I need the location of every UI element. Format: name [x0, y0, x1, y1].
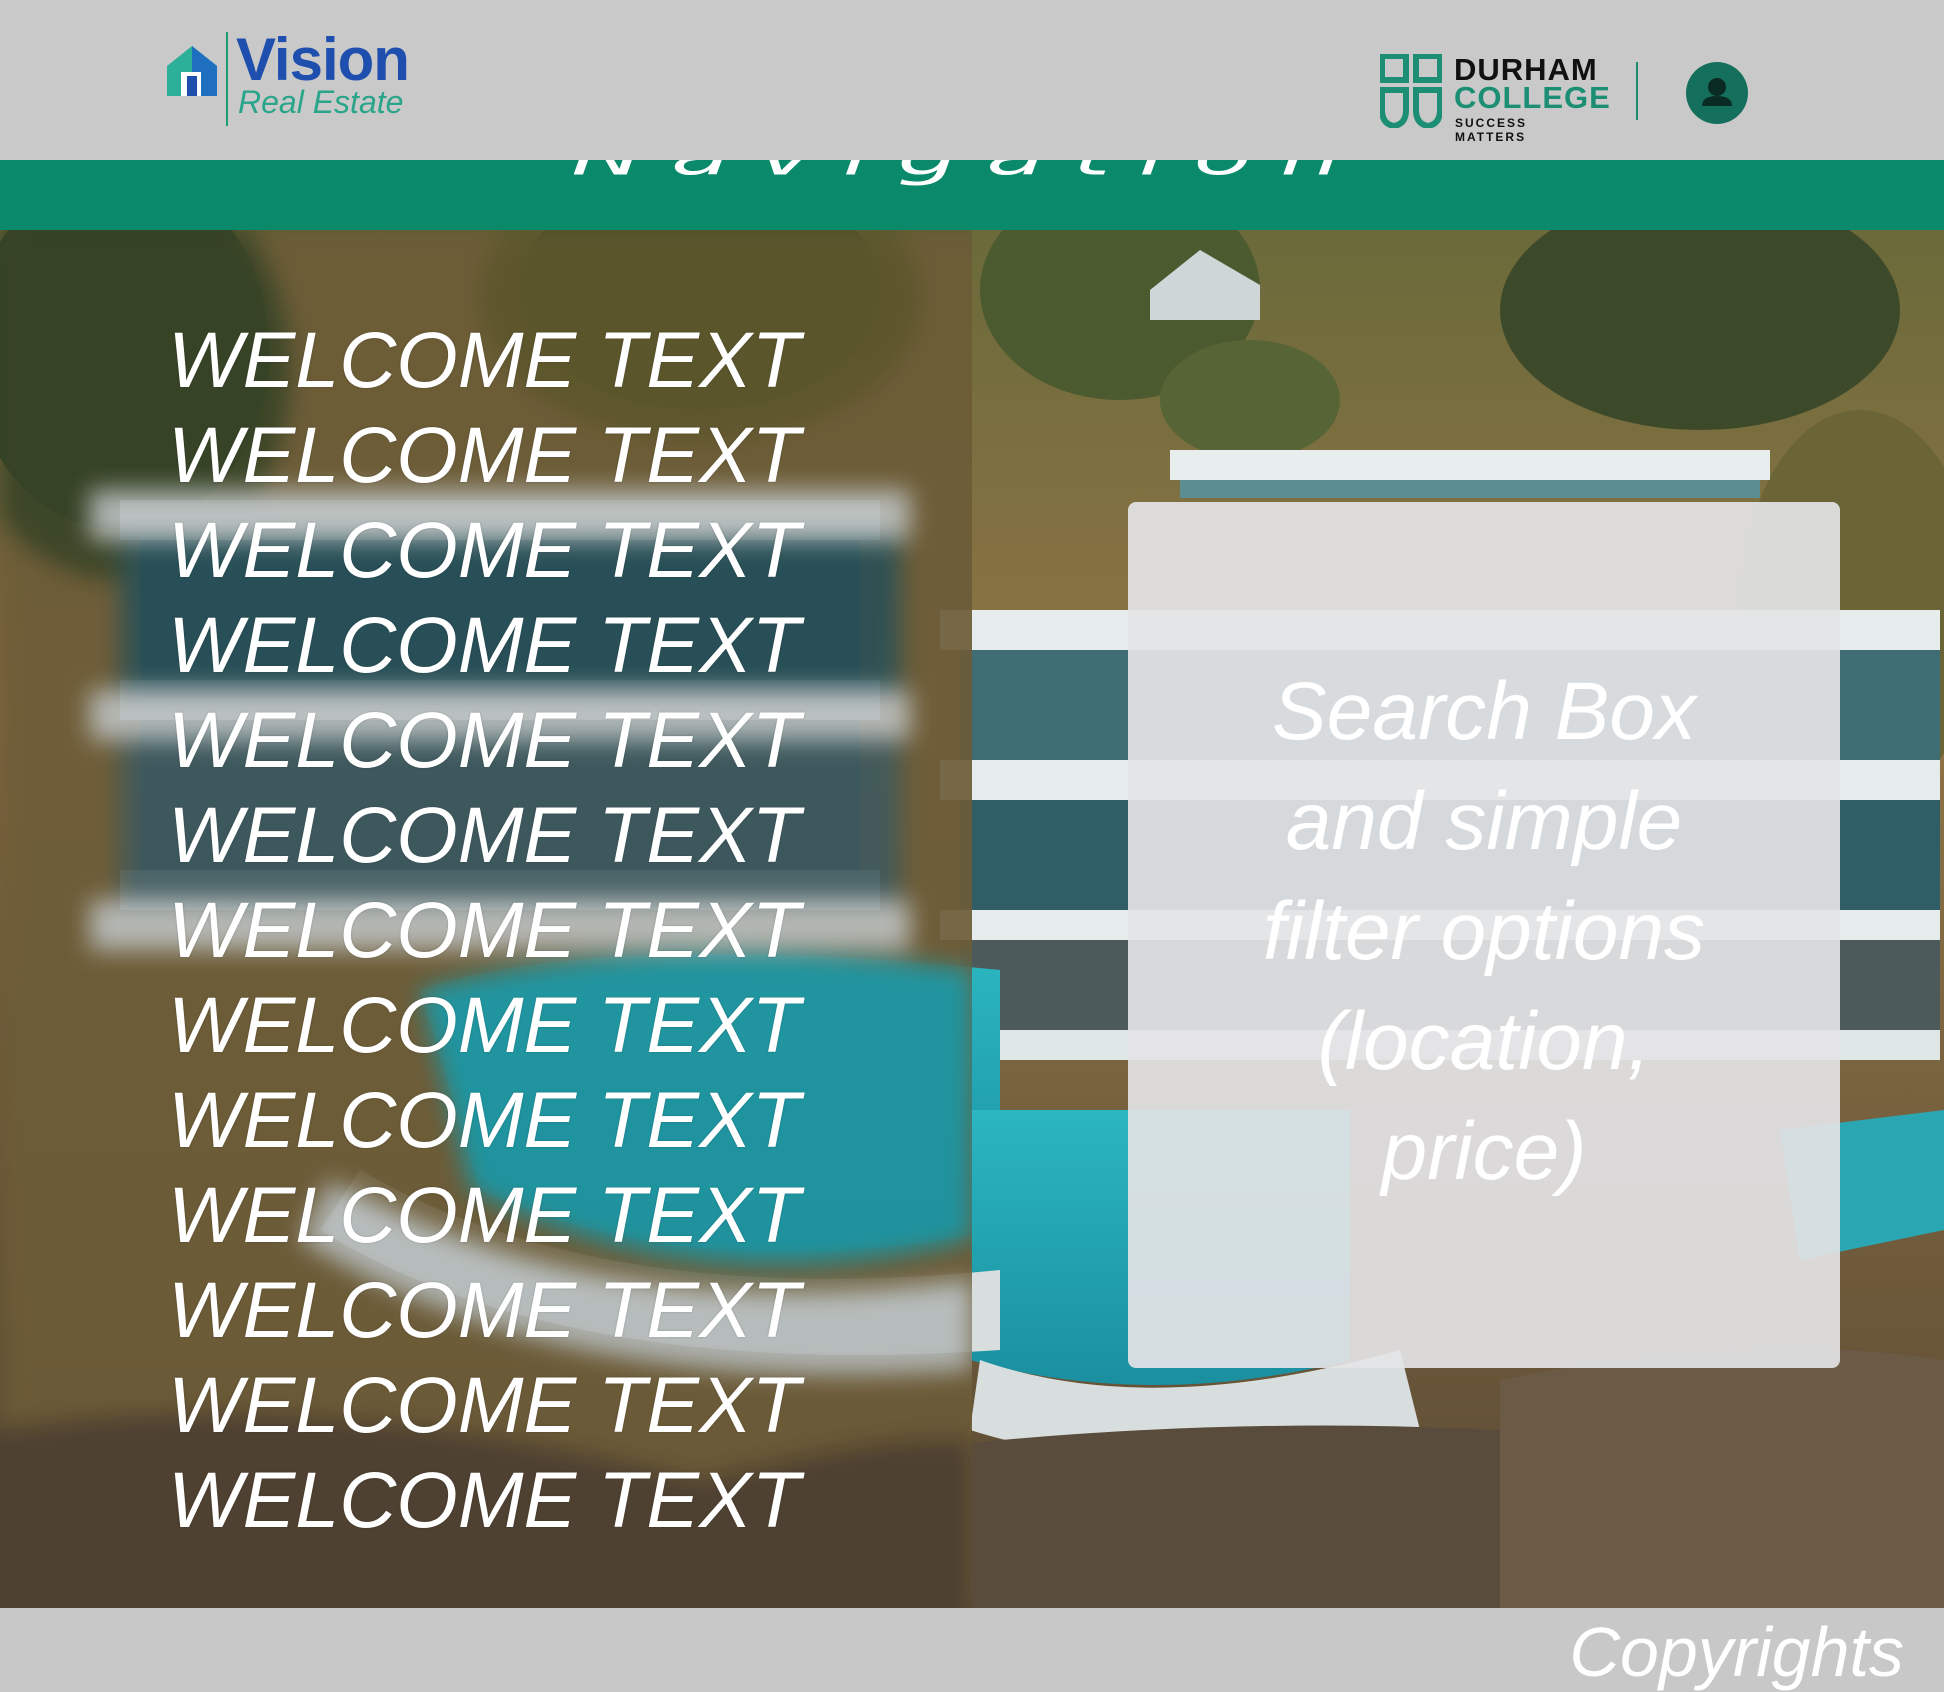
- logo-tagline: Real Estate: [238, 84, 404, 120]
- logo-name: Vision: [236, 26, 410, 93]
- search-box-line: (location,: [1317, 996, 1651, 1087]
- navigation-label: Navigation: [140, 160, 1800, 183]
- welcome-line: WELCOME TEXT: [168, 410, 801, 499]
- welcome-line: WELCOME TEXT: [168, 695, 801, 784]
- search-filter-box[interactable]: Search Box and simple filter options (lo…: [1128, 502, 1840, 1368]
- header: Vision Real Estate DURHAM COLLEGE SUCCES…: [0, 0, 1944, 160]
- logo-divider: [226, 32, 228, 126]
- user-avatar-icon: [1702, 78, 1732, 106]
- welcome-line: WELCOME TEXT: [168, 980, 801, 1069]
- footer: Copyrights: [0, 1608, 1944, 1691]
- house-logo-icon: [167, 46, 217, 96]
- welcome-line: WELCOME TEXT: [168, 1360, 801, 1449]
- copyright-text: Copyrights: [1569, 1613, 1904, 1691]
- welcome-line: WELCOME TEXT: [168, 885, 801, 974]
- durham-tagline: SUCCESS MATTERS: [1455, 116, 1528, 144]
- welcome-line: WELCOME TEXT: [168, 1075, 801, 1164]
- welcome-line: WELCOME TEXT: [168, 1455, 801, 1544]
- user-avatar-button[interactable]: [1686, 62, 1748, 124]
- college-word: COLLEGE: [1454, 80, 1611, 115]
- welcome-line: WELCOME TEXT: [168, 315, 801, 404]
- welcome-line: WELCOME TEXT: [168, 790, 801, 879]
- welcome-line: WELCOME TEXT: [168, 1170, 801, 1259]
- welcome-line: WELCOME TEXT: [168, 600, 801, 689]
- hero-section: WELCOME TEXT WELCOME TEXT WELCOME TEXT W…: [0, 230, 1944, 1608]
- search-box-line: Search Box: [1272, 666, 1696, 757]
- durham-college-logo[interactable]: DURHAM COLLEGE SUCCESS MATTERS: [1380, 52, 1610, 144]
- navigation-bar[interactable]: Navigation: [0, 160, 1944, 230]
- welcome-text-block: WELCOME TEXT WELCOME TEXT WELCOME TEXT W…: [168, 312, 868, 1547]
- welcome-line: WELCOME TEXT: [168, 1265, 801, 1354]
- search-box-line: price): [1381, 1106, 1587, 1197]
- durham-crest-icon: [1380, 54, 1442, 128]
- header-divider: [1636, 62, 1638, 120]
- search-box-line: and simple: [1285, 776, 1683, 867]
- welcome-line: WELCOME TEXT: [168, 505, 801, 594]
- search-box-placeholder: Search Box and simple filter options (lo…: [1128, 657, 1840, 1207]
- search-box-line: filter options: [1262, 886, 1706, 977]
